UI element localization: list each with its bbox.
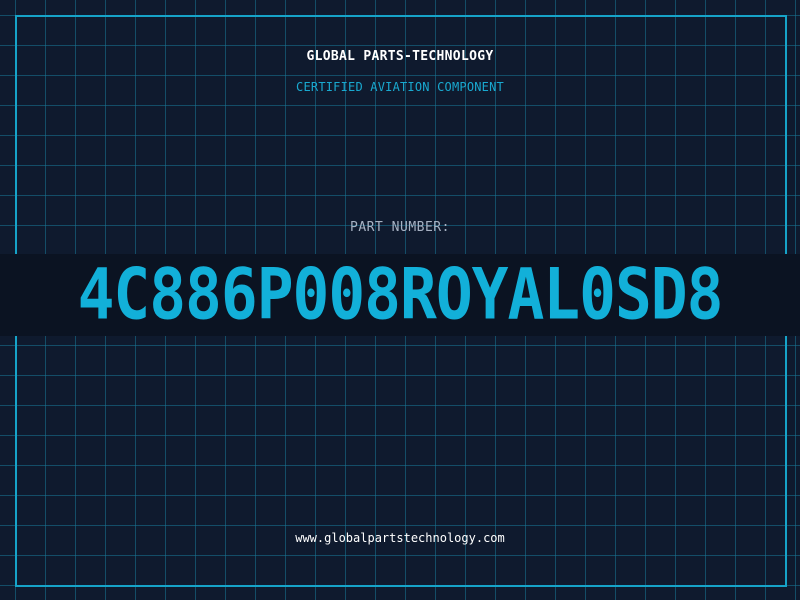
- company-name: GLOBAL PARTS-TECHNOLOGY: [306, 49, 494, 64]
- website-url: www.globalpartstechnology.com: [295, 531, 505, 545]
- part-number-value: 4C886P008ROYAL0SD8: [77, 254, 724, 336]
- certification-tagline: CERTIFIED AVIATION COMPONENT: [296, 80, 504, 94]
- part-number-label: PART NUMBER:: [350, 220, 450, 235]
- part-number-band: 4C886P008ROYAL0SD8: [0, 254, 800, 336]
